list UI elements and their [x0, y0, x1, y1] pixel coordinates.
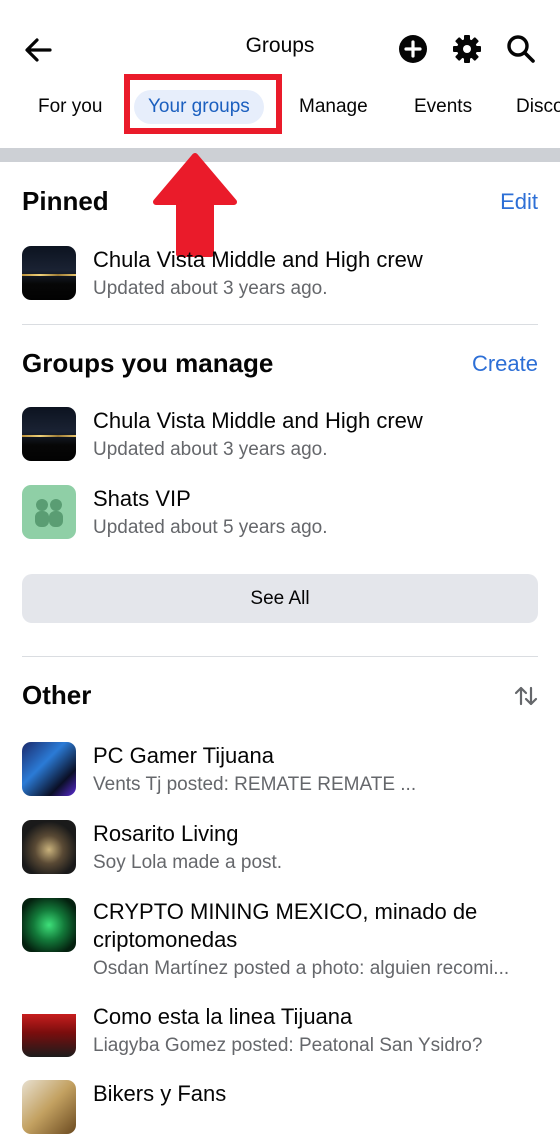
pinned-heading: Pinned	[22, 186, 109, 216]
group-name: Chula Vista Middle and High crew	[93, 408, 423, 433]
annotation-highlight-box	[124, 74, 282, 134]
group-name: Shats VIP	[93, 486, 191, 511]
gear-icon	[453, 35, 481, 63]
group-name: Chula Vista Middle and High crew	[93, 247, 423, 272]
see-all-button[interactable]: See All	[22, 574, 538, 623]
group-thumbnail	[22, 742, 76, 796]
group-thumbnail	[22, 1080, 76, 1134]
create-group-button[interactable]	[396, 32, 430, 66]
divider	[22, 656, 538, 657]
group-last-post: Vents Tj posted: REMATE REMATE ...	[93, 774, 417, 795]
group-name: Bikers y Fans	[93, 1081, 227, 1106]
group-thumbnail	[22, 898, 76, 952]
group-last-post: Liagyba Gomez posted: Peatonal San Ysidr…	[93, 1035, 483, 1056]
divider	[22, 324, 538, 325]
group-thumbnail	[22, 407, 76, 461]
people-icon	[35, 499, 63, 527]
group-last-post: Soy Lola made a post.	[93, 852, 283, 873]
group-name: PC Gamer Tijuana	[93, 743, 274, 768]
other-heading: Other	[22, 680, 92, 710]
tab-events[interactable]: Events	[414, 96, 472, 118]
create-group-link[interactable]: Create	[472, 351, 538, 377]
group-thumbnail	[22, 485, 76, 539]
tab-for-you[interactable]: For you	[38, 96, 102, 118]
annotation-arrow-icon	[153, 153, 237, 257]
manage-heading: Groups you manage	[22, 348, 274, 378]
search-icon	[507, 35, 535, 63]
group-updated: Updated about 5 years ago.	[93, 517, 328, 538]
group-thumbnail	[22, 246, 76, 300]
search-button[interactable]	[504, 32, 538, 66]
settings-button[interactable]	[450, 32, 484, 66]
group-name: CRYPTO MINING MEXICO, minado de criptomo…	[93, 899, 478, 952]
group-last-post: Osdan Martínez posted a photo: alguien r…	[93, 958, 510, 979]
tab-manage[interactable]: Manage	[299, 96, 368, 118]
group-name: Como esta la linea Tijuana	[93, 1004, 353, 1029]
tab-discover[interactable]: Disco	[516, 96, 560, 118]
group-thumbnail	[22, 1003, 76, 1057]
group-thumbnail	[22, 820, 76, 874]
section-divider	[0, 148, 560, 162]
sort-arrows-icon[interactable]	[512, 682, 540, 710]
group-updated: Updated about 3 years ago.	[93, 278, 328, 299]
group-updated: Updated about 3 years ago.	[93, 439, 328, 460]
plus-circle-icon	[399, 35, 427, 63]
group-name: Rosarito Living	[93, 821, 239, 846]
edit-pinned-link[interactable]: Edit	[500, 189, 538, 215]
